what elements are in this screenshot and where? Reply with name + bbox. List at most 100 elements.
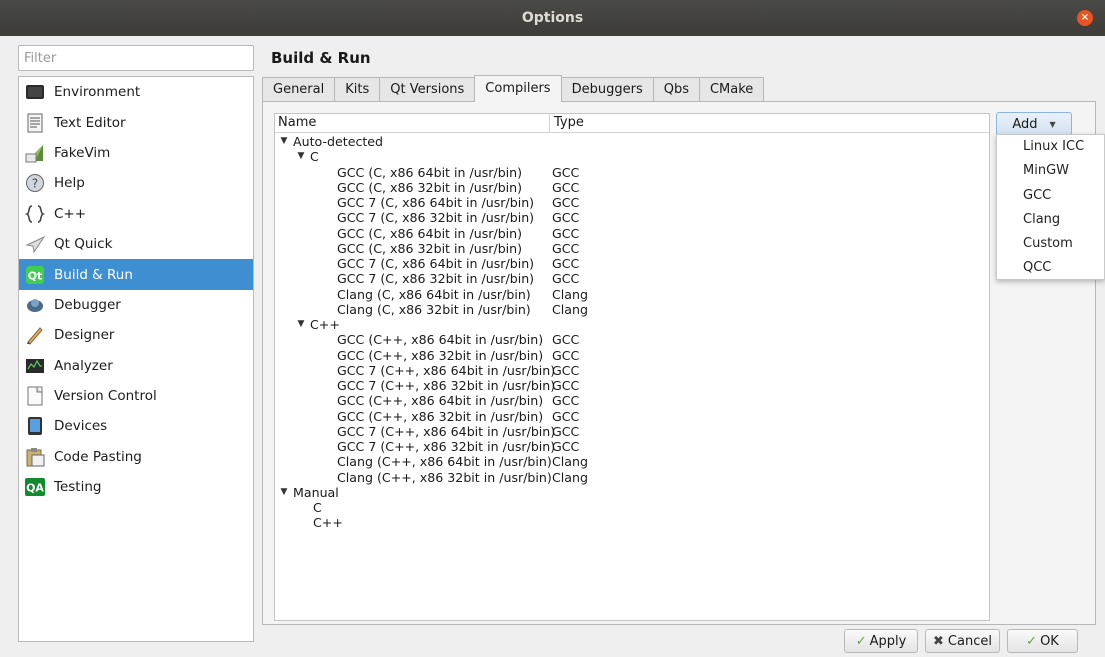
sidebar-item-help[interactable]: ? Help: [19, 168, 253, 198]
tree-row[interactable]: GCC (C++, x86 32bit in /usr/bin) GCC: [275, 348, 989, 363]
menu-item-gcc[interactable]: GCC: [997, 184, 1104, 208]
sidebar-item-cpp[interactable]: C++: [19, 199, 253, 229]
menu-item-linux-icc[interactable]: Linux ICC: [997, 135, 1104, 159]
tree-row-type: [551, 500, 552, 515]
tree-row[interactable]: ▼ C: [275, 149, 989, 164]
tree-row-name: Auto-detected: [293, 134, 384, 149]
tree-row[interactable]: GCC (C++, x86 64bit in /usr/bin) GCC: [275, 393, 989, 408]
tree-row[interactable]: GCC 7 (C, x86 32bit in /usr/bin) GCC: [275, 271, 989, 286]
ok-button-label: OK: [1040, 633, 1059, 649]
tree-row-name: GCC (C, x86 64bit in /usr/bin): [337, 225, 523, 241]
cancel-button[interactable]: ✖ Cancel: [925, 629, 1000, 653]
cancel-button-label: Cancel: [947, 633, 992, 649]
tab-compilers[interactable]: Compilers: [474, 75, 562, 102]
tree-row-type: [551, 149, 552, 164]
tab-debuggers[interactable]: Debuggers: [560, 77, 654, 102]
designer-icon: [25, 325, 45, 346]
tree-row[interactable]: Clang (C++, x86 32bit in /usr/bin) Clang: [275, 470, 989, 485]
sidebar-item-label: Version Control: [54, 388, 157, 405]
sidebar-item-analyzer[interactable]: Analyzer: [19, 351, 253, 381]
expand-arrow-icon[interactable]: ▼: [279, 485, 289, 500]
tree-row[interactable]: C: [275, 500, 989, 515]
tab-kits[interactable]: Kits: [334, 77, 381, 102]
column-header-type[interactable]: Type: [550, 114, 584, 132]
tree-row[interactable]: GCC 7 (C, x86 64bit in /usr/bin) GCC: [275, 195, 989, 210]
tree-row[interactable]: GCC 7 (C++, x86 64bit in /usr/bin) GCC: [275, 363, 989, 378]
expand-arrow-icon[interactable]: ▼: [296, 149, 306, 164]
tree-row[interactable]: ▼ C++: [275, 317, 989, 332]
tree-row[interactable]: GCC 7 (C, x86 32bit in /usr/bin) GCC: [275, 210, 989, 225]
sidebar-item-environment[interactable]: Environment: [19, 77, 253, 107]
analyzer-icon: [25, 356, 45, 376]
sidebar-item-build-run[interactable]: Qt Build & Run: [19, 259, 253, 290]
sidebar-item-label: C++: [54, 205, 87, 222]
ok-button[interactable]: ✓ OK: [1007, 629, 1078, 653]
compilers-tree[interactable]: Name Type ▼ Auto-detected ▼ C GCC (C, x86 64…: [274, 113, 990, 621]
sidebar-item-debugger[interactable]: Debugger: [19, 290, 253, 320]
tab-qbs[interactable]: Qbs: [652, 77, 700, 102]
tree-row-type: Clang: [552, 469, 588, 485]
tree-row[interactable]: GCC 7 (C++, x86 64bit in /usr/bin) GCC: [275, 424, 989, 439]
tree-row[interactable]: GCC 7 (C, x86 64bit in /usr/bin) GCC: [275, 256, 989, 271]
tree-row[interactable]: Clang (C++, x86 64bit in /usr/bin) Clang: [275, 454, 989, 469]
menu-item-custom[interactable]: Custom: [997, 232, 1104, 256]
tree-row[interactable]: ▼ Auto-detected: [275, 134, 989, 149]
tree-row-type: GCC: [552, 195, 580, 210]
sidebar-item-devices[interactable]: Devices: [19, 411, 253, 441]
menu-item-mingw[interactable]: MinGW: [997, 159, 1104, 183]
column-header-name[interactable]: Name: [275, 114, 550, 132]
cpp-icon: [25, 204, 45, 224]
tree-row[interactable]: GCC (C, x86 64bit in /usr/bin) GCC: [275, 165, 989, 180]
tree-row-type: [551, 134, 552, 149]
tree-row[interactable]: GCC (C, x86 64bit in /usr/bin) GCC: [275, 226, 989, 241]
tree-row[interactable]: Clang (C, x86 64bit in /usr/bin) Clang: [275, 287, 989, 302]
tree-row[interactable]: GCC (C, x86 32bit in /usr/bin) GCC: [275, 241, 989, 256]
sidebar-item-code-pasting[interactable]: Code Pasting: [19, 442, 253, 472]
tab-general[interactable]: General: [262, 77, 336, 102]
tree-row-type: [551, 317, 552, 332]
add-menu: Linux ICC MinGW GCC Clang Custom QCC: [996, 134, 1105, 280]
tree-row-type: GCC: [552, 179, 580, 195]
add-button[interactable]: Add ▼: [996, 112, 1072, 136]
sidebar-item-fakevim[interactable]: FakeVim: [19, 138, 253, 168]
tree-row[interactable]: Clang (C, x86 32bit in /usr/bin) Clang: [275, 302, 989, 317]
tree-row[interactable]: GCC (C, x86 32bit in /usr/bin) GCC: [275, 180, 989, 195]
tree-row-name: Clang (C, x86 32bit in /usr/bin): [337, 301, 531, 317]
sidebar-item-testing[interactable]: QA Testing: [19, 472, 253, 502]
tree-row[interactable]: C++: [275, 515, 989, 530]
menu-item-clang[interactable]: Clang: [997, 208, 1104, 232]
sidebar-item-label: Testing: [54, 479, 102, 496]
sidebar-item-label: Debugger: [54, 296, 121, 313]
close-icon[interactable]: ×: [1077, 10, 1093, 26]
title-bar: Options ×: [0, 0, 1105, 36]
tree-rows: ▼ Auto-detected ▼ C GCC (C, x86 64bit in /us…: [275, 133, 989, 531]
apply-button[interactable]: ✓ Apply: [844, 629, 918, 653]
tree-row-name: GCC 7 (C++, x86 32bit in /usr/bin): [337, 439, 556, 454]
sidebar-item-label: Code Pasting: [54, 448, 142, 465]
tree-row-type: Clang: [552, 286, 588, 302]
tree-row[interactable]: GCC 7 (C++, x86 32bit in /usr/bin) GCC: [275, 439, 989, 454]
menu-item-qcc[interactable]: QCC: [997, 256, 1104, 280]
tree-row-name: C++: [310, 317, 340, 332]
sidebar-item-qt-quick[interactable]: Qt Quick: [19, 229, 253, 259]
tree-row-type: GCC: [552, 423, 580, 439]
expand-arrow-icon[interactable]: ▼: [279, 134, 289, 149]
tree-row[interactable]: GCC (C++, x86 32bit in /usr/bin) GCC: [275, 409, 989, 424]
expand-arrow-icon[interactable]: ▼: [296, 317, 306, 332]
filter-input[interactable]: [18, 45, 254, 71]
sidebar-item-label: Designer: [54, 327, 115, 344]
tree-row-type: GCC: [552, 362, 580, 378]
sidebar-item-text-editor[interactable]: Text Editor: [19, 107, 253, 137]
tree-row[interactable]: GCC (C++, x86 64bit in /usr/bin) GCC: [275, 332, 989, 347]
sidebar-item-label: Environment: [54, 84, 141, 101]
tree-row-name: Clang (C++, x86 32bit in /usr/bin): [337, 469, 552, 485]
tab-cmake[interactable]: CMake: [698, 77, 765, 102]
tab-qt-versions[interactable]: Qt Versions: [379, 77, 476, 102]
sidebar-item-designer[interactable]: Designer: [19, 320, 253, 350]
tree-row-name: GCC 7 (C++, x86 64bit in /usr/bin): [337, 362, 556, 378]
tree-row-type: GCC: [552, 439, 580, 454]
tree-row[interactable]: GCC 7 (C++, x86 32bit in /usr/bin) GCC: [275, 378, 989, 393]
sidebar-item-version-control[interactable]: Version Control: [19, 381, 253, 411]
tree-row[interactable]: ▼ Manual: [275, 485, 989, 500]
check-icon: ✓: [855, 633, 867, 649]
